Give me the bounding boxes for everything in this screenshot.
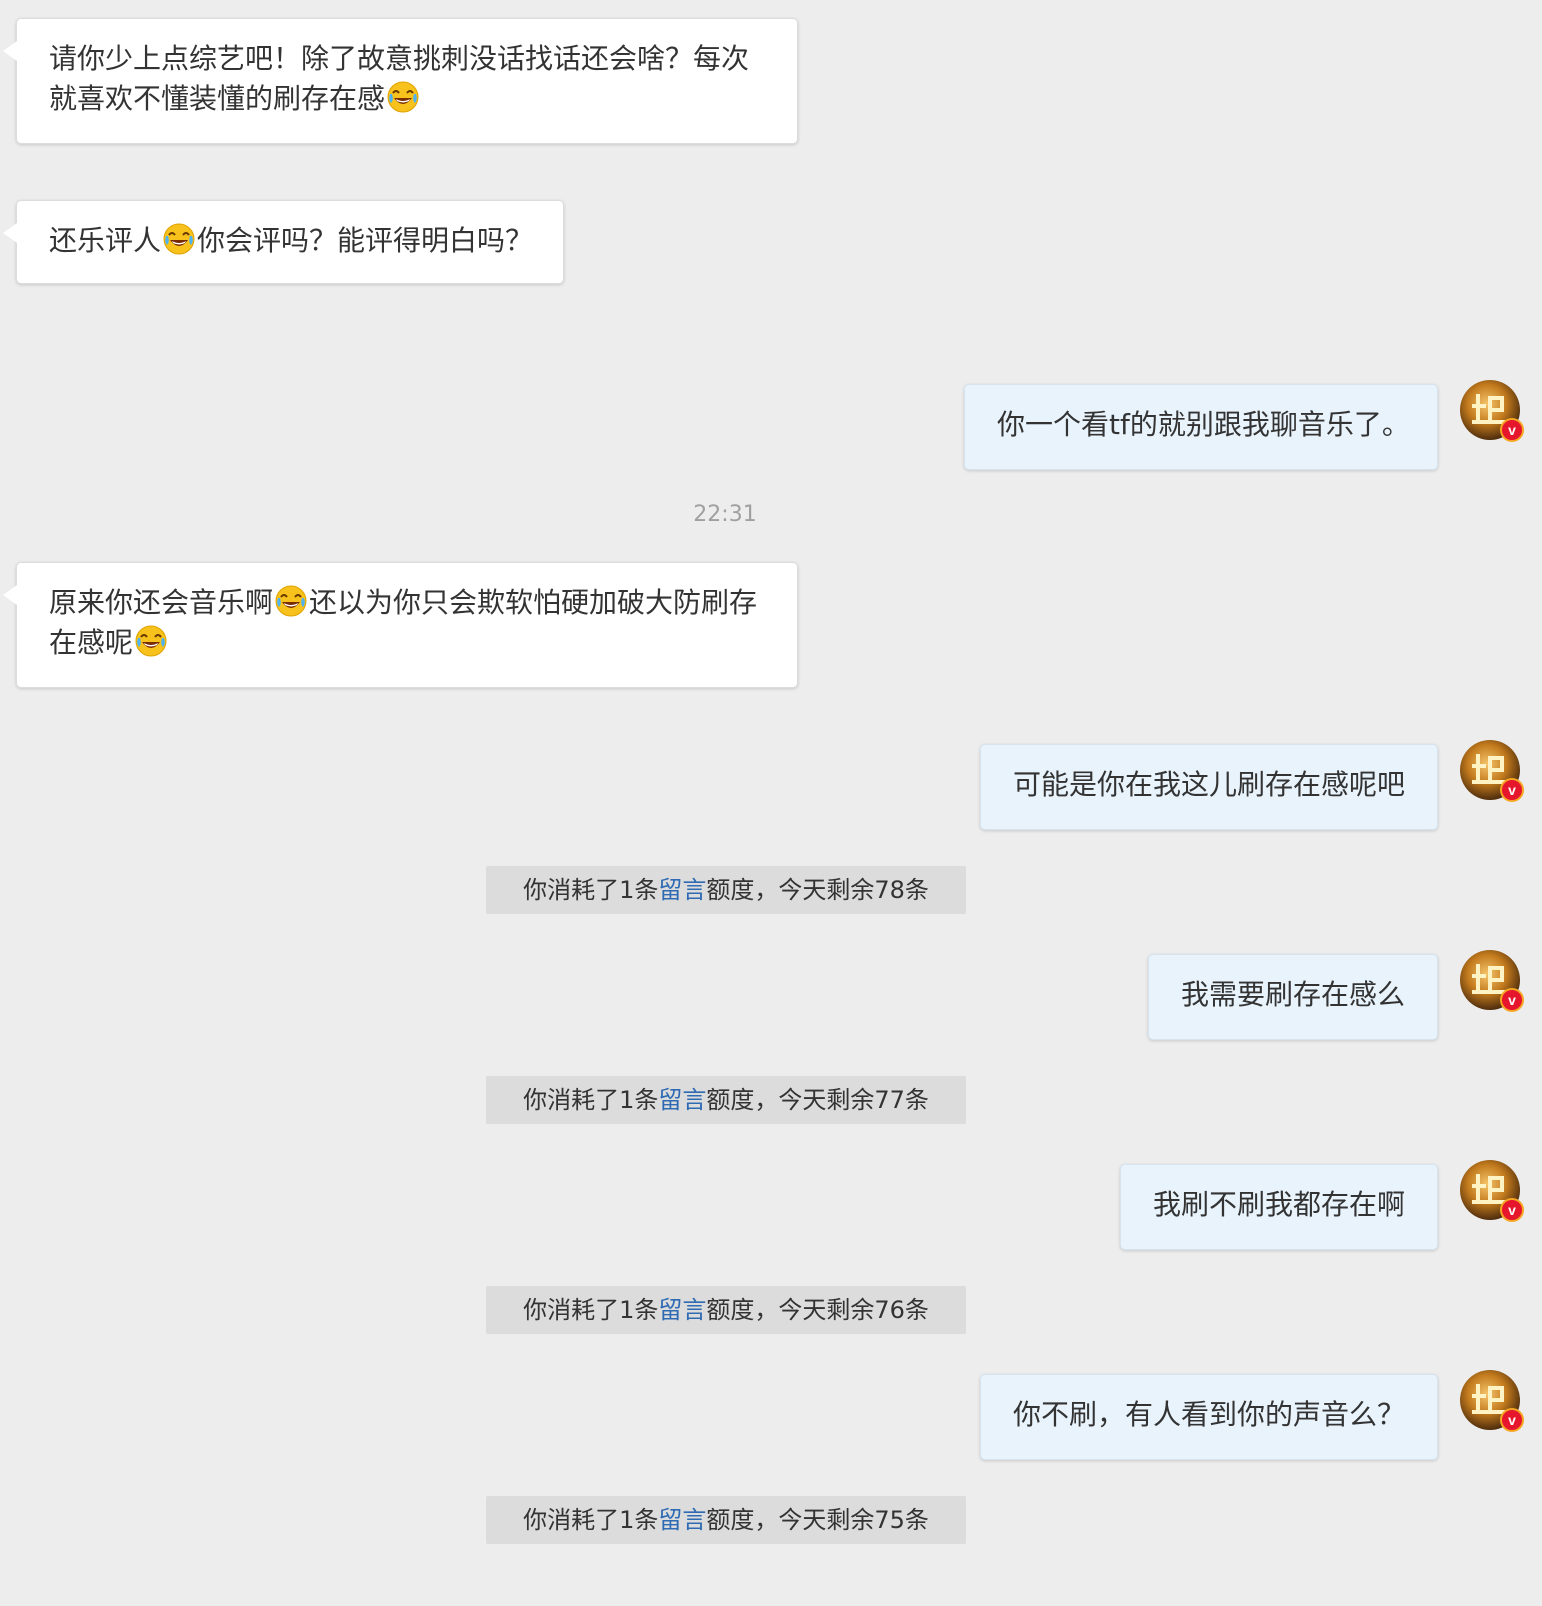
message-line: 请你少上点综艺吧！除了故意挑刺没话找话还会啥？每次: [49, 42, 750, 75]
message-quota-link[interactable]: 留言: [658, 876, 706, 904]
verified-badge-icon: v: [1500, 1408, 1524, 1432]
message-text: 还乐评人: [49, 224, 162, 257]
quota-notice: 你消耗了1条留言额度，今天剩余77条: [486, 1076, 966, 1124]
message-text: 就喜欢不懂装懂的刷存在感: [49, 82, 386, 115]
laugh-cry-emoji-icon: [135, 625, 167, 657]
message-quota-link[interactable]: 留言: [658, 1296, 706, 1324]
user-avatar-icon[interactable]: v: [1460, 1370, 1524, 1432]
message-quota-link[interactable]: 留言: [658, 1086, 706, 1114]
message-text: 我刷不刷我都存在啊: [1153, 1188, 1406, 1221]
message-line: 在感呢: [49, 623, 765, 663]
message-text: 你一个看tf的就别跟我聊音乐了。: [997, 408, 1410, 441]
message-text: 可能是你在我这儿刷存在感呢吧: [1013, 768, 1406, 801]
user-avatar-icon[interactable]: v: [1460, 740, 1524, 802]
laugh-cry-emoji-icon: [387, 81, 419, 113]
incoming-message: 请你少上点综艺吧！除了故意挑刺没话找话还会啥？每次 就喜欢不懂装懂的刷存在感: [3, 18, 798, 144]
outgoing-message: 你一个看tf的就别跟我聊音乐了。: [964, 384, 1438, 470]
message-text: 还以为你只会欺软怕硬加破大防刷存: [309, 586, 758, 619]
quota-notice: 你消耗了1条留言额度，今天剩余78条: [486, 866, 966, 914]
verified-badge-icon: v: [1500, 418, 1524, 442]
outgoing-message: 可能是你在我这儿刷存在感呢吧: [980, 744, 1438, 830]
message-text: 你会评吗？能评得明白吗？: [197, 224, 534, 257]
outgoing-message: 我刷不刷我都存在啊: [1120, 1164, 1438, 1250]
quota-notice: 你消耗了1条留言额度，今天剩余76条: [486, 1286, 966, 1334]
laugh-cry-emoji-icon: [163, 223, 195, 255]
user-avatar-icon[interactable]: v: [1460, 1160, 1524, 1222]
message-line: 原来你还会音乐啊 还以为你只会欺软怕硬加破大防刷存: [49, 583, 765, 623]
quota-notice: 你消耗了1条留言额度，今天剩余75条: [486, 1496, 966, 1544]
message-quota-link[interactable]: 留言: [658, 1506, 706, 1534]
verified-badge-icon: v: [1500, 988, 1524, 1012]
message-timestamp: 22:31: [693, 502, 757, 527]
user-avatar-icon[interactable]: v: [1460, 380, 1524, 442]
verified-badge-icon: v: [1500, 778, 1524, 802]
incoming-message: 还乐评人 你会评吗？能评得明白吗？: [3, 200, 564, 284]
message-line: 就喜欢不懂装懂的刷存在感: [49, 79, 765, 119]
laugh-cry-emoji-icon: [275, 585, 307, 617]
outgoing-message: 你不刷，有人看到你的声音么？: [980, 1374, 1438, 1460]
outgoing-message: 我需要刷存在感么: [1148, 954, 1438, 1040]
verified-badge-icon: v: [1500, 1198, 1524, 1222]
incoming-message: 原来你还会音乐啊 还以为你只会欺软怕硬加破大防刷存 在感呢: [3, 562, 798, 688]
message-text: 原来你还会音乐啊: [49, 586, 274, 619]
message-text: 在感呢: [49, 626, 134, 659]
message-text: 你不刷，有人看到你的声音么？: [1013, 1398, 1406, 1431]
user-avatar-icon[interactable]: v: [1460, 950, 1524, 1012]
message-text: 我需要刷存在感么: [1181, 978, 1406, 1011]
